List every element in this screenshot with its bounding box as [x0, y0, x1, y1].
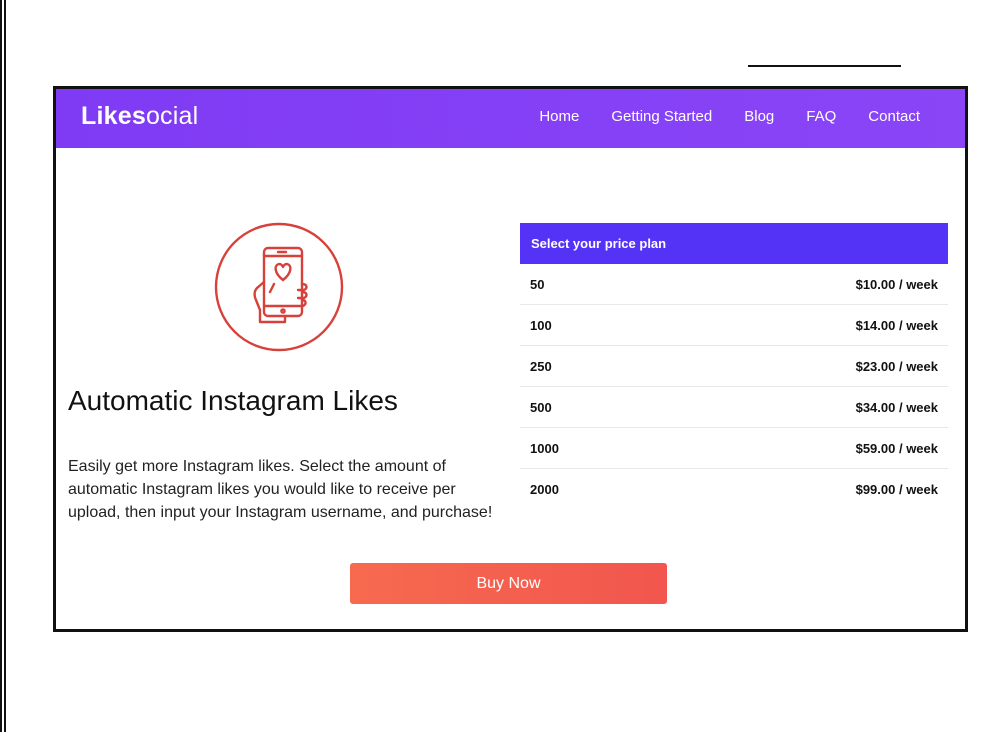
plan-row[interactable]: 250 $23.00 / week	[520, 346, 948, 387]
navbar: Likesocial Home Getting Started Blog FAQ…	[56, 89, 965, 148]
plan-amount: 100	[530, 317, 552, 333]
main-nav: Home Getting Started Blog FAQ Contact	[539, 108, 920, 125]
plan-amount: 500	[530, 399, 552, 415]
plan-price: $14.00 / week	[855, 317, 938, 333]
phone-heart-hand-icon	[214, 222, 344, 352]
plan-amount: 2000	[530, 482, 559, 497]
top-divider	[748, 65, 901, 67]
nav-faq[interactable]: FAQ	[806, 108, 836, 125]
nav-contact[interactable]: Contact	[868, 108, 920, 125]
plan-amount: 1000	[530, 440, 559, 456]
page-title: Automatic Instagram Likes	[68, 385, 398, 416]
plan-row[interactable]: 100 $14.00 / week	[520, 305, 948, 346]
nav-home[interactable]: Home	[539, 108, 579, 125]
plan-price: $34.00 / week	[855, 399, 938, 415]
nav-blog[interactable]: Blog	[744, 108, 774, 125]
plan-price: $23.00 / week	[855, 358, 938, 374]
plan-row[interactable]: 500 $34.00 / week	[520, 387, 948, 428]
logo-light: ocial	[145, 102, 199, 130]
nav-getting-started[interactable]: Getting Started	[611, 108, 712, 125]
plan-amount: 50	[530, 276, 545, 292]
price-plan-header: Select your price plan	[520, 223, 948, 264]
plan-price: $99.00 / week	[855, 482, 938, 497]
logo-bold: Likes	[81, 102, 146, 130]
plan-price: $59.00 / week	[855, 440, 938, 456]
plan-row[interactable]: 2000 $99.00 / week	[520, 469, 948, 510]
price-plan-table: Select your price plan 50 $10.00 / week …	[520, 223, 948, 510]
buy-now-button[interactable]: Buy Now	[350, 563, 667, 604]
plan-price: $10.00 / week	[855, 276, 938, 292]
plan-amount: 250	[530, 358, 552, 374]
page-border	[0, 0, 6, 732]
logo[interactable]: Likesocial	[81, 102, 198, 131]
plan-row[interactable]: 50 $10.00 / week	[520, 264, 948, 305]
page-description: Easily get more Instagram likes. Select …	[68, 458, 493, 521]
screenshot-frame: Likesocial Home Getting Started Blog FAQ…	[53, 86, 968, 632]
plan-row[interactable]: 1000 $59.00 / week	[520, 428, 948, 469]
